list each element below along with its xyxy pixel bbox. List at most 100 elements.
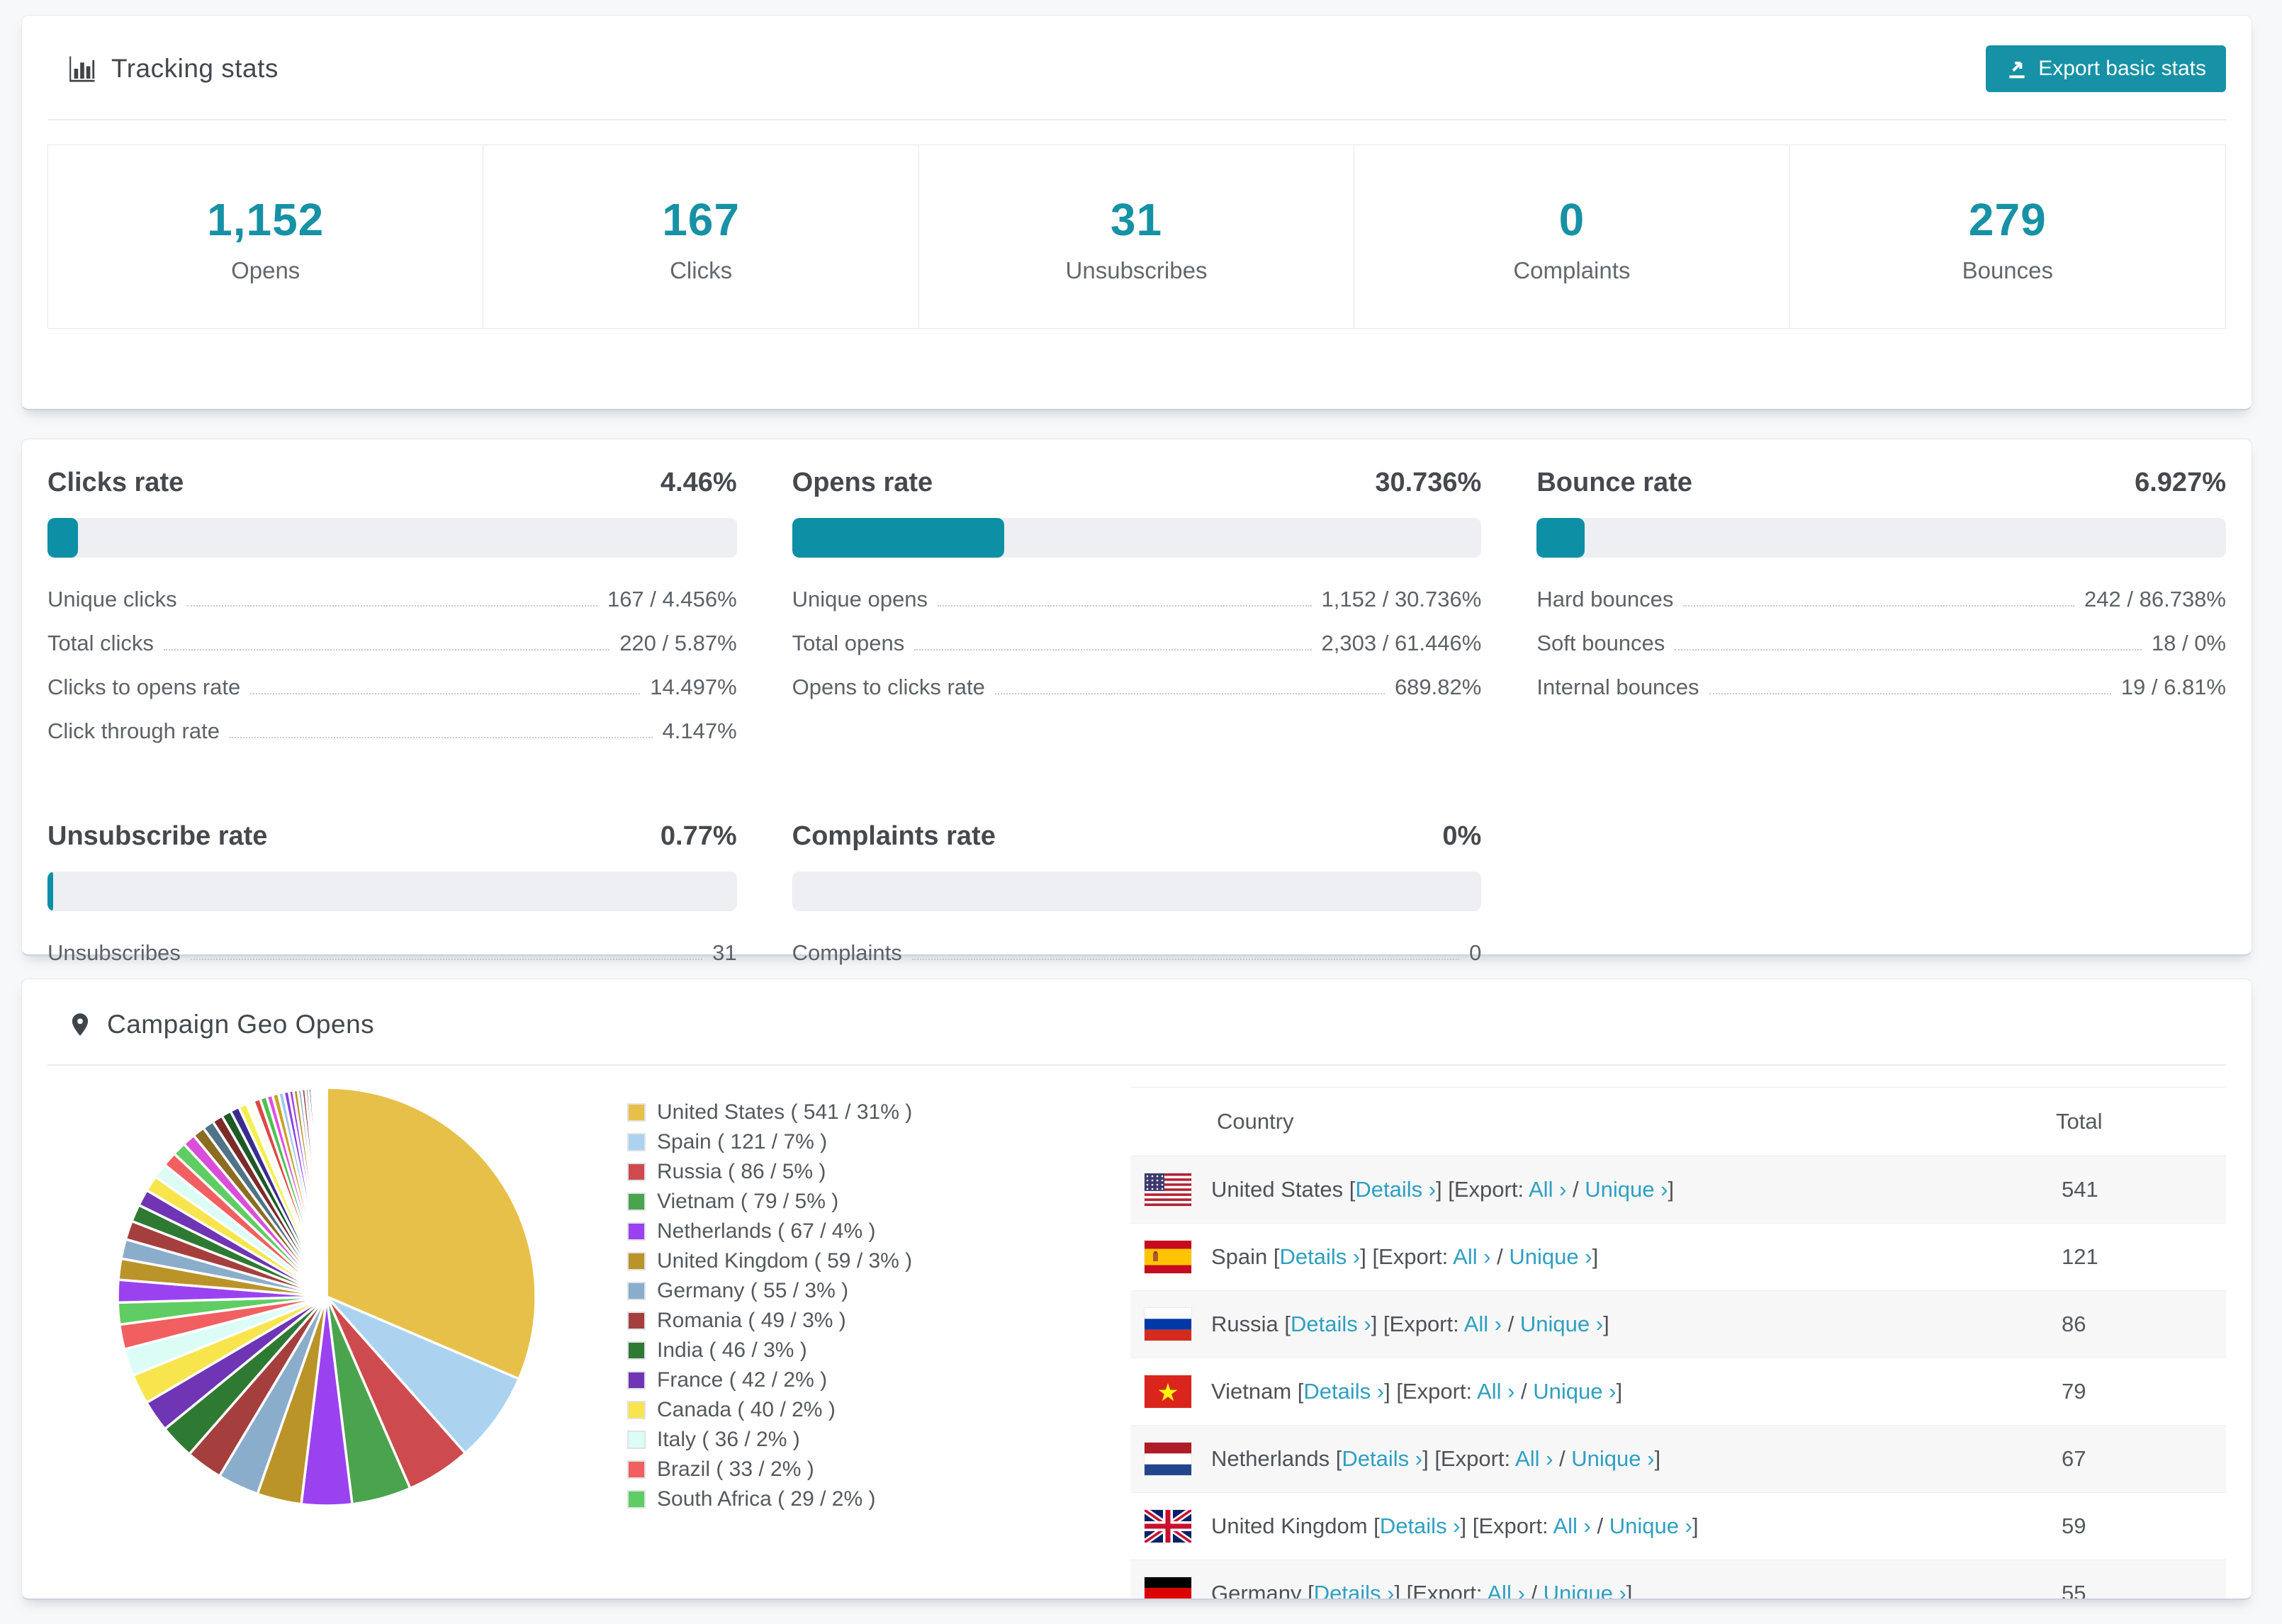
rate-progress-fill: [47, 872, 53, 911]
detail-label: Unsubscribes: [47, 940, 181, 965]
export-all-link[interactable]: All ›: [1464, 1312, 1502, 1336]
legend-label: Brazil ( 33 / 2% ): [657, 1457, 814, 1481]
rate-title: Unsubscribe rate: [47, 821, 268, 851]
country-name: Netherlands [: [1211, 1446, 1342, 1471]
country-links: Vietnam [Details ›] [Export: All › / Uni…: [1211, 1379, 1623, 1404]
dotted-leader: [250, 693, 641, 694]
stat-label: Bounces: [1962, 257, 2054, 283]
table-row-vn: Vietnam [Details ›] [Export: All › / Uni…: [1130, 1358, 2226, 1426]
legend-label: Germany ( 55 / 3% ): [657, 1279, 849, 1302]
rate-progress-track: [47, 518, 737, 558]
country-links: Netherlands [Details ›] [Export: All › /…: [1211, 1446, 1661, 1471]
rate-value: 0%: [1442, 821, 1482, 851]
details-link[interactable]: Details ›: [1342, 1446, 1422, 1471]
dotted-leader: [1683, 605, 2075, 607]
export-all-link[interactable]: All ›: [1515, 1446, 1553, 1471]
country-name: Spain [: [1211, 1244, 1280, 1269]
rate-header: Complaints rate 0%: [792, 821, 1482, 852]
dotted-leader: [163, 649, 610, 650]
rate-detail-row: Total opens 2,303 / 61.446%: [792, 630, 1482, 657]
details-link[interactable]: Details ›: [1303, 1379, 1384, 1404]
geo-header: Campaign Geo Opens: [22, 979, 2252, 1064]
country-links: United Kingdom [Details ›] [Export: All …: [1211, 1513, 1699, 1538]
export-all-link[interactable]: All ›: [1453, 1244, 1490, 1269]
legend-swatch: [627, 1103, 646, 1122]
country-name: Vietnam [: [1211, 1379, 1304, 1404]
rate-value: 6.927%: [2135, 468, 2226, 497]
total-value: 55: [2062, 1581, 2086, 1600]
export-all-link[interactable]: All ›: [1553, 1513, 1590, 1538]
stat-value: 1,152: [207, 194, 325, 245]
legend-swatch: [627, 1133, 646, 1151]
legend-label: South Africa ( 29 / 2% ): [657, 1487, 876, 1511]
legend-label: Russia ( 86 / 5% ): [657, 1160, 826, 1183]
rate-header: Unsubscribe rate 0.77%: [47, 821, 737, 852]
rate-value: 0.77%: [660, 821, 737, 851]
rate-block-clicks-rate: Clicks rate 4.46% Unique clicks 167 / 4.456…: [47, 461, 737, 762]
legend-item-india: India ( 46 / 3% ): [627, 1336, 1052, 1365]
detail-label: Hard bounces: [1536, 587, 1674, 611]
details-link[interactable]: Details ›: [1314, 1581, 1395, 1598]
legend-item-france: France ( 42 / 2% ): [627, 1365, 1052, 1395]
rate-title: Bounce rate: [1536, 468, 1692, 497]
export-all-link[interactable]: All ›: [1477, 1379, 1514, 1404]
detail-label: Unique clicks: [47, 587, 177, 611]
detail-label: Total clicks: [47, 631, 154, 655]
detail-value: 689.82%: [1394, 675, 1482, 699]
stat-value: 0: [1558, 194, 1585, 245]
export-unique-link[interactable]: Unique ›: [1585, 1177, 1668, 1202]
gb-flag-icon: [1145, 1510, 1191, 1543]
legend-item-netherlands: Netherlands ( 67 / 4% ): [627, 1217, 1052, 1246]
bar-chart-icon: [69, 56, 95, 82]
legend-swatch: [627, 1252, 646, 1270]
rate-detail-row: Hard bounces 242 / 86.738%: [1536, 586, 2226, 613]
detail-value: 19 / 6.81%: [2120, 675, 2226, 699]
pie-slice-other-53[interactable]: [325, 1086, 328, 1298]
legend-swatch: [627, 1431, 646, 1449]
geo-table-wrap: Country Total United States [Details ›] …: [1130, 1087, 2226, 1600]
rate-detail-row: Unsubscribes 31: [47, 940, 737, 966]
legend-item-south-africa: South Africa ( 29 / 2% ): [627, 1484, 1052, 1514]
column-header-total: Total: [2056, 1087, 2226, 1156]
detail-label: Soft bounces: [1536, 631, 1665, 655]
country-links: Russia [Details ›] [Export: All › / Uniq…: [1211, 1312, 1609, 1336]
country-name: Russia [: [1211, 1312, 1291, 1336]
export-all-link[interactable]: All ›: [1487, 1581, 1524, 1598]
total-value: 67: [2062, 1446, 2086, 1471]
legend-label: Spain ( 121 / 7% ): [657, 1130, 828, 1154]
detail-value: 0: [1469, 940, 1482, 965]
column-header-country: Country: [1130, 1087, 2056, 1156]
legend-item-italy: Italy ( 36 / 2% ): [627, 1425, 1052, 1455]
details-link[interactable]: Details ›: [1291, 1312, 1371, 1336]
export-unique-link[interactable]: Unique ›: [1609, 1513, 1692, 1538]
dotted-leader: [994, 693, 1385, 694]
dotted-leader: [1709, 693, 2111, 694]
legend-item-spain: Spain ( 121 / 7% ): [627, 1127, 1052, 1157]
detail-label: Internal bounces: [1536, 675, 1699, 699]
export-unique-link[interactable]: Unique ›: [1509, 1244, 1592, 1269]
stats-summary-grid: 1,152 Opens 167 Clicks 31 Unsubscribes 0 Compla…: [47, 145, 2226, 329]
details-link[interactable]: Details ›: [1355, 1177, 1436, 1202]
export-unique-link[interactable]: Unique ›: [1520, 1312, 1603, 1336]
geo-table: Country Total United States [Details ›] …: [1130, 1087, 2226, 1600]
legend-label: Italy ( 36 / 2% ): [657, 1428, 800, 1451]
stat-cell-opens: 1,152 Opens: [48, 145, 484, 328]
export-unique-link[interactable]: Unique ›: [1533, 1379, 1616, 1404]
rate-detail-row: Unique opens 1,152 / 30.736%: [792, 586, 1482, 613]
details-link[interactable]: Details ›: [1380, 1513, 1461, 1538]
table-row-ru: Russia [Details ›] [Export: All › / Uniq…: [1130, 1290, 2226, 1358]
detail-label: Clicks to opens rate: [47, 675, 241, 699]
rate-block-bounce-rate: Bounce rate 6.927% Hard bounces 242 / 86.73…: [1536, 461, 2226, 762]
rate-value: 4.46%: [660, 468, 737, 497]
map-pin-icon: [72, 1013, 89, 1036]
export-basic-stats-button[interactable]: Export basic stats: [1986, 45, 2226, 92]
export-all-link[interactable]: All ›: [1529, 1177, 1566, 1202]
rate-block-unsubscribe-rate: Unsubscribe rate 0.77% Unsubscribes 31: [47, 814, 737, 983]
detail-value: 18 / 0%: [2151, 631, 2226, 655]
detail-value: 220 / 5.87%: [619, 631, 737, 655]
rate-detail-row: Clicks to opens rate 14.497%: [47, 674, 737, 701]
nl-flag-icon: [1145, 1443, 1191, 1475]
export-unique-link[interactable]: Unique ›: [1544, 1581, 1626, 1598]
details-link[interactable]: Details ›: [1280, 1244, 1361, 1269]
export-unique-link[interactable]: Unique ›: [1571, 1446, 1654, 1471]
